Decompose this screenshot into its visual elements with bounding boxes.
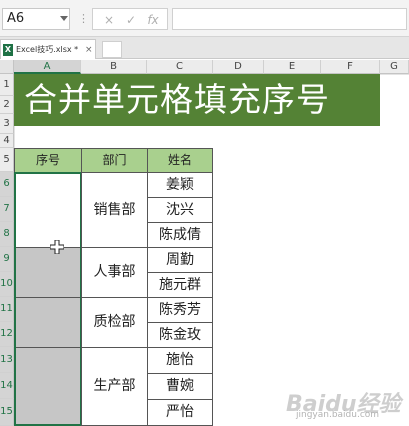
name-cell[interactable]: 曹婉 <box>147 373 213 400</box>
workbook-tab[interactable]: X Excel技巧.xlsx * × <box>0 39 96 59</box>
excel-icon: X <box>3 44 13 56</box>
name-cell[interactable]: 施元群 <box>147 272 213 298</box>
row-header-13[interactable]: 13 <box>0 347 14 373</box>
column-header-d[interactable]: D <box>213 60 264 74</box>
department-cell[interactable]: 人事部 <box>81 247 148 298</box>
row-header-14[interactable]: 14 <box>0 373 14 399</box>
name-cell[interactable]: 陈秀芳 <box>147 297 213 323</box>
select-all-corner[interactable] <box>0 60 14 74</box>
cell-cursor-icon <box>50 240 64 254</box>
row-header-5[interactable]: 5 <box>0 148 14 172</box>
workbook-tab-label: Excel技巧.xlsx * <box>16 45 79 54</box>
column-header-g[interactable]: G <box>380 60 409 74</box>
column-header-a[interactable]: A <box>14 60 81 74</box>
column-header-c[interactable]: C <box>147 60 213 74</box>
name-cell[interactable]: 姜颖 <box>147 172 213 198</box>
department-cell[interactable]: 生产部 <box>81 347 148 426</box>
row-header-8[interactable]: 8 <box>0 222 14 247</box>
new-tab-button[interactable] <box>102 41 122 58</box>
row-header-2[interactable]: 2 <box>0 96 14 114</box>
formula-input[interactable] <box>172 8 407 30</box>
row-header-1[interactable]: 1 <box>0 74 14 96</box>
department-cell[interactable]: 质检部 <box>81 297 148 348</box>
name-cell[interactable]: 严怡 <box>147 399 213 426</box>
close-icon[interactable]: × <box>85 43 93 57</box>
column-header-b[interactable]: B <box>81 60 147 74</box>
formula-buttons: × ✓ fx <box>92 8 168 30</box>
title-banner[interactable]: 合并单元格填充序号 <box>14 74 380 126</box>
row-header-11[interactable]: 11 <box>0 297 14 322</box>
row-header-10[interactable]: 10 <box>0 272 14 297</box>
name-cell[interactable]: 施怡 <box>147 347 213 374</box>
cancel-icon[interactable]: × <box>99 9 119 31</box>
header-department[interactable]: 部门 <box>81 148 148 173</box>
header-seq[interactable]: 序号 <box>14 148 82 173</box>
row-header-3[interactable]: 3 <box>0 114 14 134</box>
formula-bar-handle-icon[interactable]: ⋮ <box>78 10 89 28</box>
header-name[interactable]: 姓名 <box>147 148 213 173</box>
name-cell[interactable]: 沈兴 <box>147 197 213 223</box>
name-cell[interactable]: 陈金玫 <box>147 322 213 348</box>
name-cell[interactable]: 陈成倩 <box>147 222 213 248</box>
enter-icon[interactable]: ✓ <box>121 9 141 31</box>
column-header-e[interactable]: E <box>264 60 321 74</box>
name-cell[interactable]: 周勤 <box>147 247 213 273</box>
row-header-12[interactable]: 12 <box>0 322 14 347</box>
row-header-4[interactable]: 4 <box>0 134 14 148</box>
column-header-f[interactable]: F <box>321 60 380 74</box>
row-header-15[interactable]: 15 <box>0 399 14 426</box>
row-header-6[interactable]: 6 <box>0 172 14 197</box>
fx-icon[interactable]: fx <box>143 9 163 31</box>
watermark-url: jingyan.baidu.com <box>296 410 380 420</box>
department-cell[interactable]: 销售部 <box>81 172 148 248</box>
row-header-7[interactable]: 7 <box>0 197 14 222</box>
name-box-dropdown-icon[interactable] <box>60 16 68 21</box>
row-header-9[interactable]: 9 <box>0 247 14 272</box>
selection-border <box>14 172 82 426</box>
